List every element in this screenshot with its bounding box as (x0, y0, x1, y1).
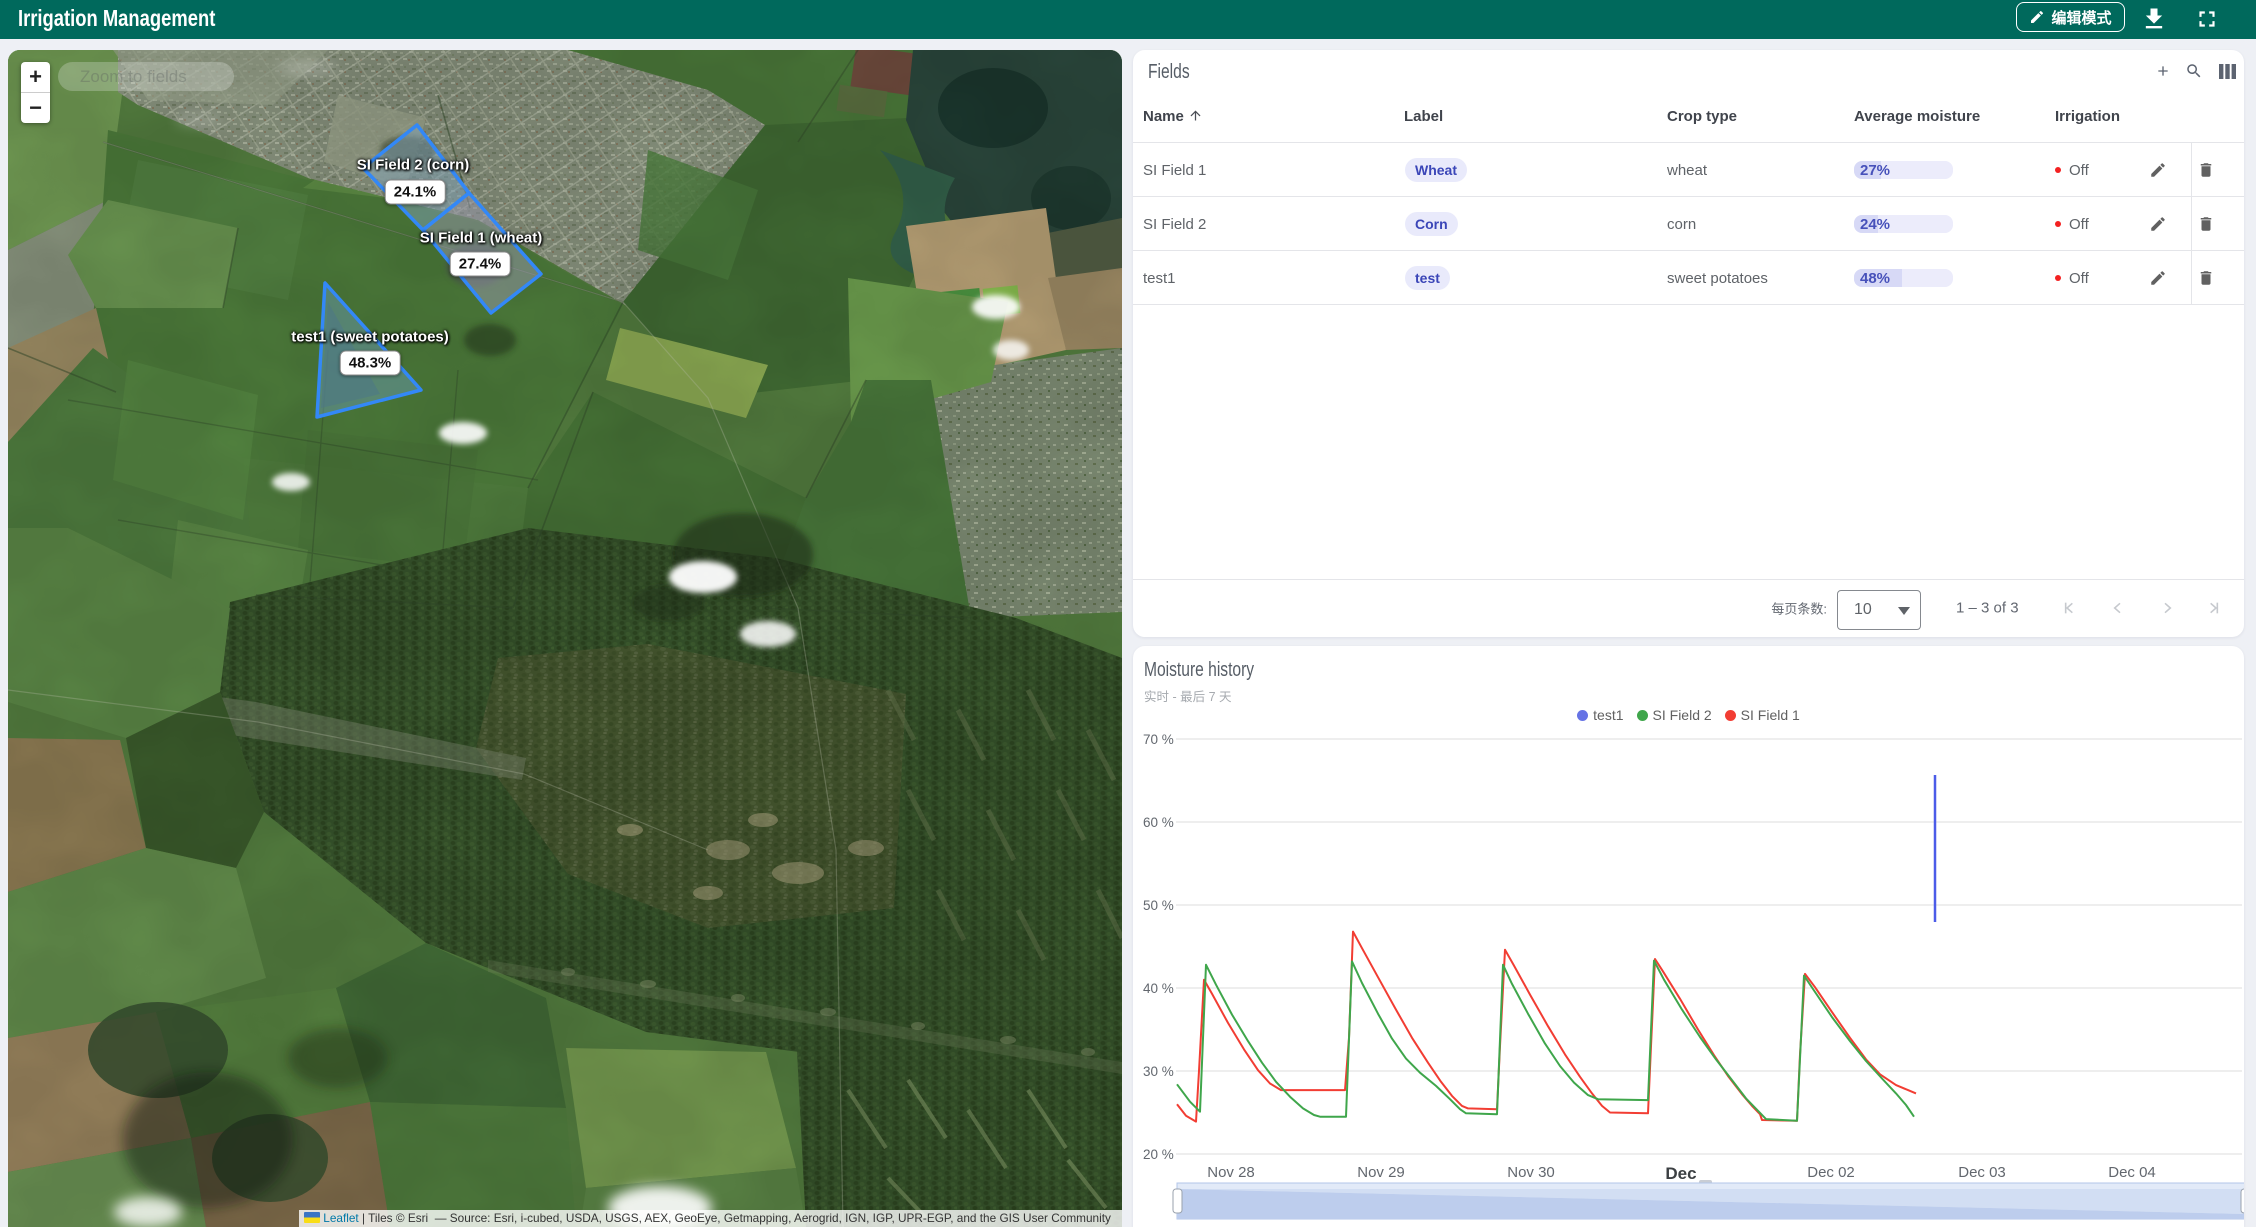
svg-text:40 %: 40 % (1143, 981, 1174, 996)
svg-text:Nov 30: Nov 30 (1507, 1164, 1555, 1181)
svg-text:Nov 28: Nov 28 (1207, 1164, 1255, 1181)
svg-text:Nov 29: Nov 29 (1357, 1164, 1405, 1181)
svg-text:Dec 02: Dec 02 (1807, 1164, 1855, 1181)
svg-text:Dec 03: Dec 03 (1958, 1164, 2006, 1181)
svg-text:20 %: 20 % (1143, 1147, 1174, 1162)
svg-text:Dec: Dec (1665, 1164, 1696, 1183)
svg-text:60 %: 60 % (1143, 815, 1174, 830)
svg-text:Dec 04: Dec 04 (2108, 1164, 2156, 1181)
svg-text:50 %: 50 % (1143, 898, 1174, 913)
svg-text:70 %: 70 % (1143, 732, 1174, 747)
svg-text:30 %: 30 % (1143, 1064, 1174, 1079)
